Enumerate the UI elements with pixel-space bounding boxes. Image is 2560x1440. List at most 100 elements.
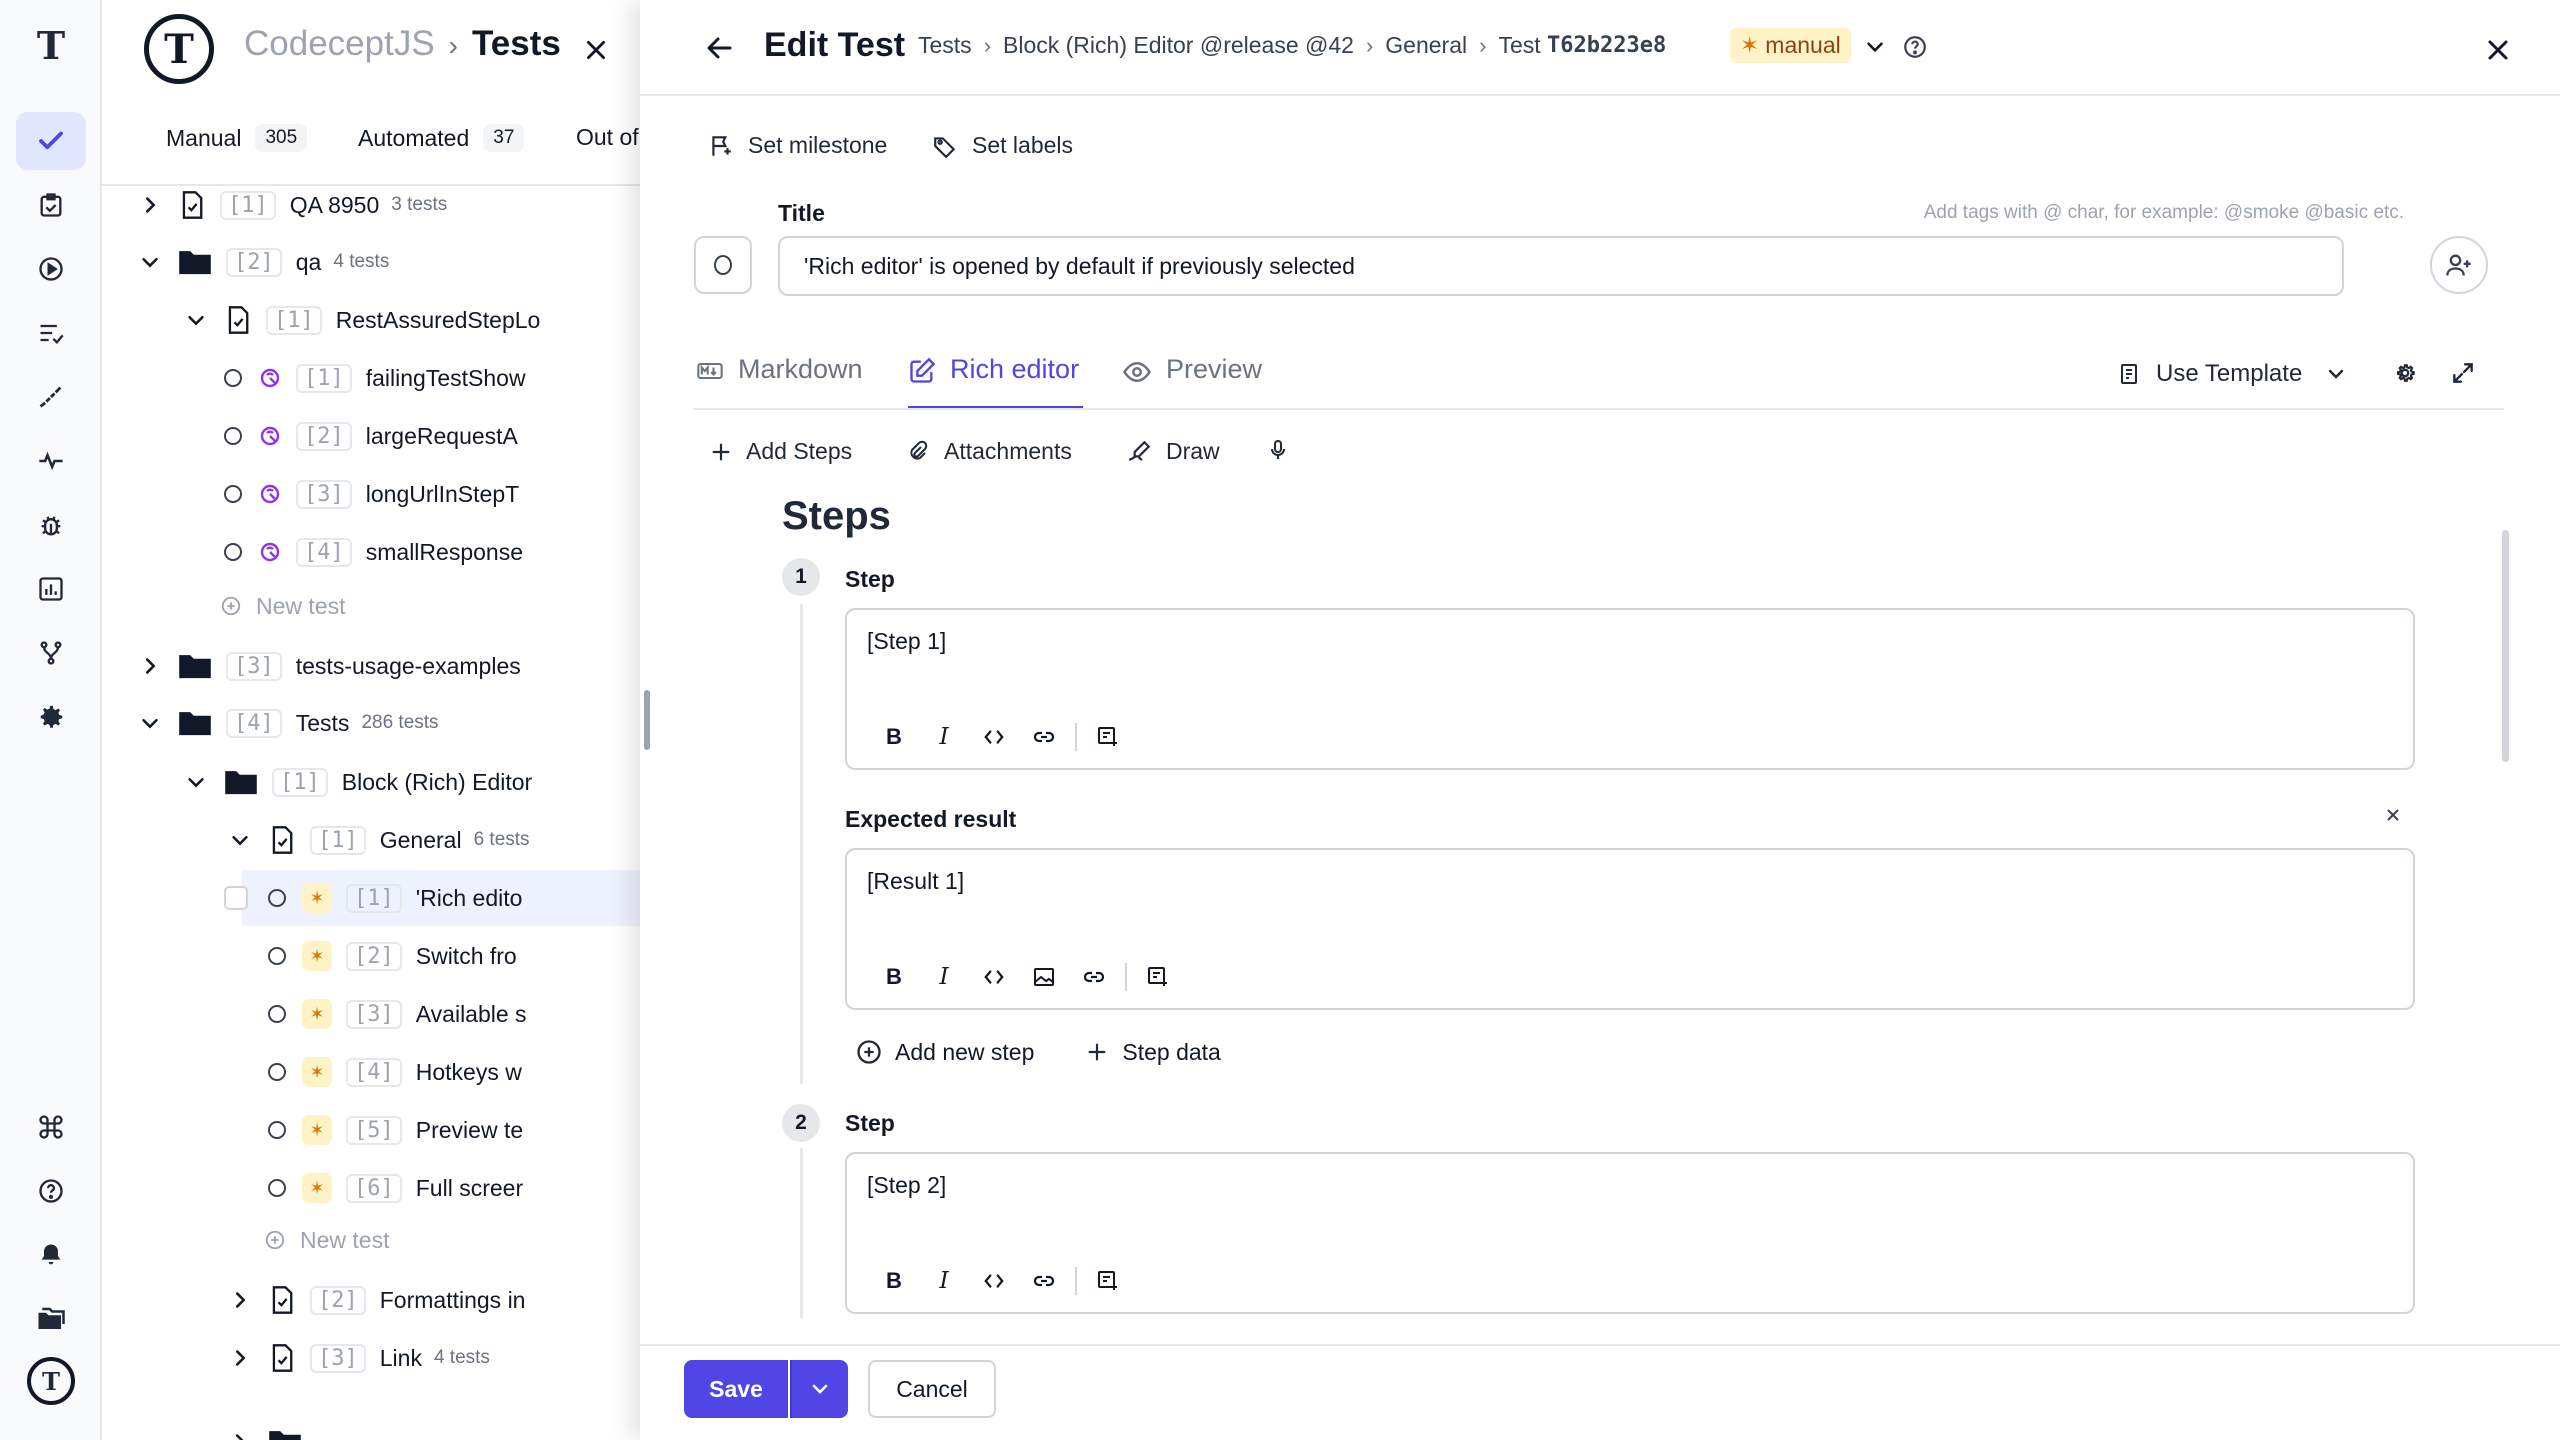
- save-button[interactable]: Save: [684, 1360, 788, 1418]
- status-circle-icon[interactable]: [224, 427, 242, 445]
- status-circle-icon[interactable]: [268, 1063, 286, 1081]
- play-circle-icon[interactable]: [16, 240, 86, 298]
- add-steps-button[interactable]: Add Steps: [710, 438, 852, 465]
- chevron-down-icon[interactable]: [1862, 34, 1888, 60]
- steps-icon[interactable]: [16, 368, 86, 426]
- tab-rich-editor[interactable]: Rich editor: [908, 354, 1084, 410]
- microphone-icon[interactable]: [1266, 438, 1290, 462]
- tree-test-row[interactable]: ✶ [2] Switch fro: [102, 928, 642, 984]
- new-test-link[interactable]: New test: [102, 578, 642, 634]
- set-milestone-button[interactable]: Set milestone: [708, 132, 887, 159]
- new-test-button[interactable]: New test: [264, 1227, 389, 1254]
- status-circle-icon[interactable]: [268, 947, 286, 965]
- bell-icon[interactable]: [16, 1226, 86, 1284]
- bar-chart-icon[interactable]: [16, 560, 86, 618]
- tree-suite-row[interactable]: [2] Formattings in: [102, 1272, 642, 1328]
- chevron-down-icon[interactable]: [184, 770, 208, 794]
- draw-button[interactable]: Draw: [1126, 438, 1220, 465]
- tree-folder-row[interactable]: [2] qa 4 tests: [102, 234, 642, 290]
- tab-markdown[interactable]: Markdown: [696, 354, 863, 410]
- step-1-text[interactable]: [Step 1]: [867, 628, 946, 655]
- chevron-right-icon[interactable]: [138, 193, 162, 217]
- breadcrumb-general[interactable]: General: [1385, 32, 1467, 59]
- add-new-step-button[interactable]: Add new step: [855, 1038, 1034, 1066]
- clipboard-check-icon[interactable]: [16, 176, 86, 234]
- chevron-right-icon[interactable]: [228, 1288, 252, 1312]
- status-circle-icon[interactable]: [268, 889, 286, 907]
- back-arrow-icon[interactable]: [696, 24, 744, 72]
- insert-block-icon[interactable]: [1133, 960, 1183, 994]
- editor-scrollbar[interactable]: [2502, 530, 2509, 762]
- project-logo-icon[interactable]: T: [144, 14, 214, 84]
- tree-test-row[interactable]: [3] longUrlInStepT: [102, 466, 642, 522]
- testomat-avatar-icon[interactable]: T: [16, 1352, 86, 1410]
- project-name[interactable]: CodeceptJS: [244, 24, 435, 63]
- cancel-button[interactable]: Cancel: [868, 1360, 996, 1418]
- code-icon[interactable]: [969, 1264, 1019, 1298]
- status-circle-icon[interactable]: [268, 1121, 286, 1139]
- help-icon[interactable]: [1902, 34, 1928, 60]
- bold-icon[interactable]: B: [869, 720, 919, 754]
- testomat-logo-icon[interactable]: T: [16, 16, 86, 74]
- tab-preview[interactable]: Preview: [1122, 354, 1262, 410]
- manual-type-badge[interactable]: ✶ manual: [1730, 28, 1851, 63]
- italic-icon[interactable]: I: [919, 720, 969, 754]
- status-toggle[interactable]: [694, 236, 752, 294]
- image-icon[interactable]: [1019, 960, 1069, 994]
- italic-icon[interactable]: I: [919, 1264, 969, 1298]
- link-icon[interactable]: [1019, 720, 1069, 754]
- tree-test-row[interactable]: ✶ [6] Full screer: [102, 1160, 642, 1216]
- status-circle-icon[interactable]: [268, 1005, 286, 1023]
- tree-suite-row[interactable]: [3] Link 4 tests: [102, 1330, 642, 1386]
- tab-out-of-sync[interactable]: Out of: [576, 124, 639, 151]
- code-icon[interactable]: [969, 960, 1019, 994]
- attachments-button[interactable]: Attachments: [906, 438, 1072, 465]
- tree-test-row[interactable]: [1] failingTestShow: [102, 350, 642, 406]
- assign-user-button[interactable]: [2430, 236, 2488, 294]
- tree-folder-row[interactable]: [3] tests-usage-examples: [102, 638, 642, 694]
- remove-expected-close-icon[interactable]: [2384, 806, 2402, 824]
- italic-icon[interactable]: I: [919, 960, 969, 994]
- tab-manual[interactable]: Manual 305: [166, 124, 308, 152]
- checkmark-icon[interactable]: [16, 112, 86, 170]
- chevron-right-icon[interactable]: [138, 654, 162, 678]
- bold-icon[interactable]: B: [869, 960, 919, 994]
- step-2-editor[interactable]: [Step 2] B I: [845, 1152, 2415, 1314]
- use-template-dropdown[interactable]: Use Template: [2118, 360, 2348, 388]
- command-icon[interactable]: [16, 1098, 86, 1156]
- tree-suite-row[interactable]: [1] QA 8950 3 tests: [102, 177, 642, 233]
- editor-settings-gear-icon[interactable]: [2392, 360, 2418, 386]
- help-circle-icon[interactable]: [16, 1162, 86, 1220]
- folders-icon[interactable]: [16, 1290, 86, 1348]
- gear-icon[interactable]: [16, 688, 86, 746]
- breadcrumb-tests[interactable]: Tests: [918, 32, 972, 59]
- tree-test-row[interactable]: ✶ [1] 'Rich edito: [224, 870, 642, 926]
- branch-icon[interactable]: [16, 624, 86, 682]
- close-tree-button[interactable]: [572, 26, 620, 74]
- tree-suite-row[interactable]: [1] RestAssuredStepLo: [102, 292, 642, 348]
- step-1-editor[interactable]: [Step 1] B I: [845, 608, 2415, 770]
- bold-icon[interactable]: B: [869, 1264, 919, 1298]
- step-data-button[interactable]: Step data: [1086, 1039, 1221, 1066]
- link-icon[interactable]: [1069, 960, 1119, 994]
- status-circle-icon[interactable]: [224, 369, 242, 387]
- save-options-chevron-icon[interactable]: [790, 1360, 848, 1418]
- code-icon[interactable]: [969, 720, 1019, 754]
- link-icon[interactable]: [1019, 1264, 1069, 1298]
- tab-automated[interactable]: Automated 37: [358, 124, 525, 152]
- tree-test-row[interactable]: [2] largeRequestA: [102, 408, 642, 464]
- new-test-button[interactable]: New test: [220, 593, 345, 620]
- title-input[interactable]: [778, 236, 2344, 296]
- close-icon[interactable]: [2474, 26, 2522, 74]
- tree-test-row[interactable]: ✶ [4] Hotkeys w: [102, 1044, 642, 1100]
- tree-scrollbar[interactable]: [644, 690, 650, 750]
- chevron-right-icon[interactable]: [228, 1430, 252, 1440]
- expected-result-text[interactable]: [Result 1]: [867, 868, 964, 895]
- chevron-down-icon[interactable]: [228, 828, 252, 852]
- bug-icon[interactable]: [16, 496, 86, 554]
- tree-folder-row[interactable]: [102, 1414, 642, 1440]
- breadcrumb-suite[interactable]: Block (Rich) Editor @release @42: [1003, 32, 1354, 59]
- chevron-right-icon[interactable]: [228, 1346, 252, 1370]
- status-circle-icon[interactable]: [224, 485, 242, 503]
- tree-test-row[interactable]: ✶ [5] Preview te: [102, 1102, 642, 1158]
